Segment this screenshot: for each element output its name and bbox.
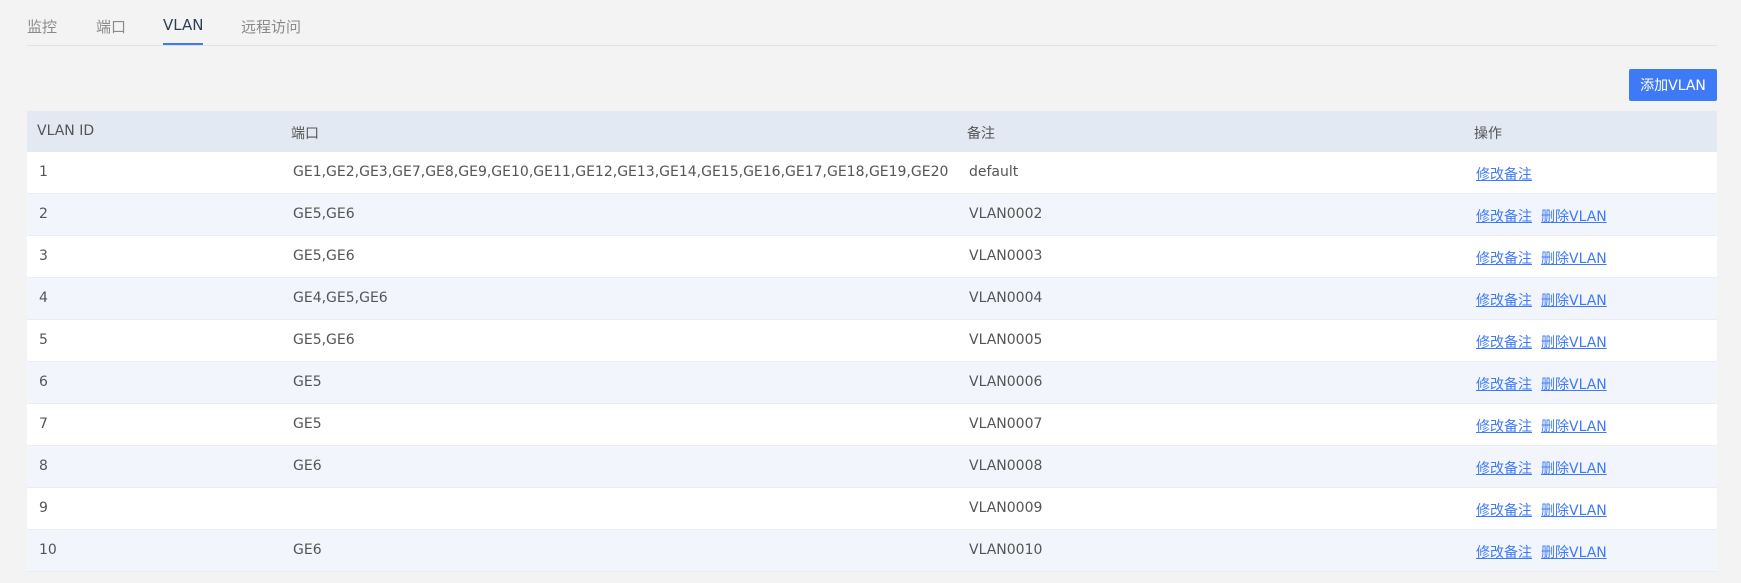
cell-ports: GE5,GE6 bbox=[293, 332, 355, 348]
cell-note: default bbox=[969, 164, 1019, 180]
cell-note: VLAN0005 bbox=[969, 332, 1043, 348]
cell-note: VLAN0002 bbox=[969, 206, 1043, 222]
table-row: 7 GE5 VLAN0007 修改备注 删除VLAN bbox=[27, 404, 1717, 446]
cell-vlan-id: 8 bbox=[39, 458, 48, 474]
delete-vlan-link[interactable]: 删除VLAN bbox=[1541, 377, 1607, 393]
delete-vlan-link[interactable]: 删除VLAN bbox=[1541, 545, 1607, 561]
edit-note-link[interactable]: 修改备注 bbox=[1476, 377, 1532, 393]
cell-ops: 修改备注 bbox=[1476, 164, 1541, 184]
cell-ports: GE5 bbox=[293, 374, 322, 390]
delete-vlan-link[interactable]: 删除VLAN bbox=[1541, 419, 1607, 435]
cell-note: VLAN0008 bbox=[969, 458, 1043, 474]
header-ports: 端口 bbox=[291, 126, 319, 142]
table-body: 1 GE1,GE2,GE3,GE7,GE8,GE9,GE10,GE11,GE12,… bbox=[27, 152, 1717, 572]
cell-ports: GE5,GE6 bbox=[293, 206, 355, 222]
table-row: 8 GE6 VLAN0008 修改备注 删除VLAN bbox=[27, 446, 1717, 488]
vlan-table: VLAN ID 端口 备注 操作 1 GE1,GE2,GE3,GE7,GE8,GE… bbox=[27, 111, 1717, 572]
cell-ops: 修改备注 删除VLAN bbox=[1476, 248, 1616, 268]
cell-ops: 修改备注 删除VLAN bbox=[1476, 290, 1616, 310]
header-vlan-id: VLAN ID bbox=[37, 123, 95, 139]
cell-ports: GE5 bbox=[293, 416, 322, 432]
delete-vlan-link[interactable]: 删除VLAN bbox=[1541, 335, 1607, 351]
edit-note-link[interactable]: 修改备注 bbox=[1476, 545, 1532, 561]
vlan-page: 监控 端口 VLAN 远程访问 添加VLAN VLAN ID 端口 备注 操作 … bbox=[0, 0, 1741, 583]
tab-ports[interactable]: 端口 bbox=[96, 16, 126, 37]
cell-ports: GE1,GE2,GE3,GE7,GE8,GE9,GE10,GE11,GE12,G… bbox=[293, 164, 949, 180]
table-row: 1 GE1,GE2,GE3,GE7,GE8,GE9,GE10,GE11,GE12,… bbox=[27, 152, 1717, 194]
cell-vlan-id: 4 bbox=[39, 290, 48, 306]
header-ops: 操作 bbox=[1474, 126, 1502, 142]
cell-ops: 修改备注 删除VLAN bbox=[1476, 500, 1616, 520]
cell-vlan-id: 5 bbox=[39, 332, 48, 348]
cell-note: VLAN0006 bbox=[969, 374, 1043, 390]
cell-vlan-id: 6 bbox=[39, 374, 48, 390]
table-row: 9 VLAN0009 修改备注 删除VLAN bbox=[27, 488, 1717, 530]
cell-ops: 修改备注 删除VLAN bbox=[1476, 374, 1616, 394]
table-row: 4 GE4,GE5,GE6 VLAN0004 修改备注 删除VLAN bbox=[27, 278, 1717, 320]
cell-ports: GE4,GE5,GE6 bbox=[293, 290, 388, 306]
table-header: VLAN ID 端口 备注 操作 bbox=[27, 111, 1717, 152]
tab-vlan[interactable]: VLAN bbox=[163, 16, 204, 45]
delete-vlan-link[interactable]: 删除VLAN bbox=[1541, 503, 1607, 519]
tab-monitor[interactable]: 监控 bbox=[27, 16, 57, 37]
add-vlan-button[interactable]: 添加VLAN bbox=[1629, 69, 1717, 101]
table-row: 3 GE5,GE6 VLAN0003 修改备注 删除VLAN bbox=[27, 236, 1717, 278]
cell-note: VLAN0009 bbox=[969, 500, 1043, 516]
edit-note-link[interactable]: 修改备注 bbox=[1476, 461, 1532, 477]
edit-note-link[interactable]: 修改备注 bbox=[1476, 251, 1532, 267]
cell-vlan-id: 9 bbox=[39, 500, 48, 516]
edit-note-link[interactable]: 修改备注 bbox=[1476, 419, 1532, 435]
cell-ops: 修改备注 删除VLAN bbox=[1476, 332, 1616, 352]
cell-ops: 修改备注 删除VLAN bbox=[1476, 542, 1616, 562]
cell-ops: 修改备注 删除VLAN bbox=[1476, 458, 1616, 478]
cell-vlan-id: 2 bbox=[39, 206, 48, 222]
cell-note: VLAN0010 bbox=[969, 542, 1043, 558]
edit-note-link[interactable]: 修改备注 bbox=[1476, 503, 1532, 519]
tab-remote-access[interactable]: 远程访问 bbox=[241, 16, 301, 37]
table-row: 2 GE5,GE6 VLAN0002 修改备注 删除VLAN bbox=[27, 194, 1717, 236]
cell-note: VLAN0003 bbox=[969, 248, 1043, 264]
cell-ops: 修改备注 删除VLAN bbox=[1476, 416, 1616, 436]
edit-note-link[interactable]: 修改备注 bbox=[1476, 167, 1532, 183]
cell-ports: GE6 bbox=[293, 458, 322, 474]
cell-vlan-id: 7 bbox=[39, 416, 48, 432]
cell-note: VLAN0007 bbox=[969, 416, 1043, 432]
cell-ports: GE5,GE6 bbox=[293, 248, 355, 264]
cell-vlan-id: 10 bbox=[39, 542, 57, 558]
edit-note-link[interactable]: 修改备注 bbox=[1476, 209, 1532, 225]
tab-bar: 监控 端口 VLAN 远程访问 bbox=[27, 0, 1717, 46]
table-row: 5 GE5,GE6 VLAN0005 修改备注 删除VLAN bbox=[27, 320, 1717, 362]
cell-ports: GE6 bbox=[293, 542, 322, 558]
delete-vlan-link[interactable]: 删除VLAN bbox=[1541, 293, 1607, 309]
delete-vlan-link[interactable]: 删除VLAN bbox=[1541, 251, 1607, 267]
edit-note-link[interactable]: 修改备注 bbox=[1476, 293, 1532, 309]
cell-vlan-id: 1 bbox=[39, 164, 48, 180]
header-note: 备注 bbox=[967, 126, 995, 142]
table-row: 6 GE5 VLAN0006 修改备注 删除VLAN bbox=[27, 362, 1717, 404]
delete-vlan-link[interactable]: 删除VLAN bbox=[1541, 461, 1607, 477]
delete-vlan-link[interactable]: 删除VLAN bbox=[1541, 209, 1607, 225]
cell-vlan-id: 3 bbox=[39, 248, 48, 264]
edit-note-link[interactable]: 修改备注 bbox=[1476, 335, 1532, 351]
cell-note: VLAN0004 bbox=[969, 290, 1043, 306]
table-row: 10 GE6 VLAN0010 修改备注 删除VLAN bbox=[27, 530, 1717, 572]
cell-ops: 修改备注 删除VLAN bbox=[1476, 206, 1616, 226]
